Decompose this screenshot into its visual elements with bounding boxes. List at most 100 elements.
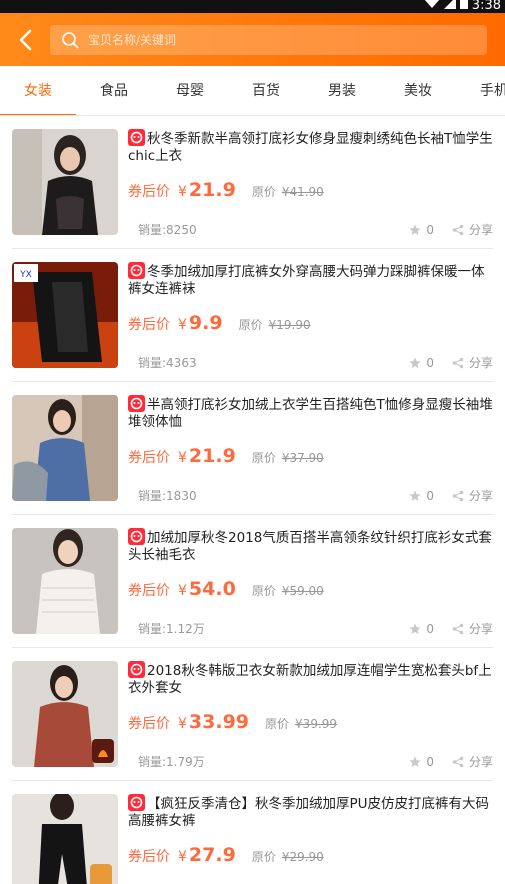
coupon-price: 21.9 xyxy=(188,445,236,467)
original-label: 原价 xyxy=(251,451,276,465)
battery-icon xyxy=(459,0,468,13)
share-label: 分享 xyxy=(468,755,493,769)
tab-food[interactable]: 食品 xyxy=(76,66,152,115)
like-button[interactable]: 0 xyxy=(409,489,434,503)
share-button[interactable]: 分享 xyxy=(452,221,493,238)
currency-symbol: ¥ xyxy=(178,450,187,466)
currency-symbol: ¥ xyxy=(178,317,187,333)
search-icon xyxy=(60,30,80,50)
wifi-icon xyxy=(424,0,440,13)
tmall-icon xyxy=(128,129,145,146)
share-icon xyxy=(452,490,464,501)
coupon-label: 券后价 xyxy=(128,184,170,200)
tmall-icon xyxy=(128,794,145,811)
star-icon xyxy=(409,756,421,767)
share-button[interactable]: 分享 xyxy=(452,753,493,770)
product-image[interactable]: YX xyxy=(12,262,118,368)
product-image[interactable] xyxy=(12,395,118,501)
star-icon xyxy=(409,357,421,368)
share-button[interactable]: 分享 xyxy=(452,487,493,504)
tmall-icon xyxy=(128,661,145,678)
original-label: 原价 xyxy=(251,584,276,598)
coupon-label: 券后价 xyxy=(128,583,170,599)
category-tabs: 女装 食品 母婴 百货 男装 美妆 手机 xyxy=(0,66,505,116)
share-label: 分享 xyxy=(468,489,493,503)
coupon-label: 券后价 xyxy=(128,317,170,333)
currency-symbol: ¥ xyxy=(178,184,187,200)
coupon-price: 54.0 xyxy=(188,578,236,600)
currency-symbol: ¥ xyxy=(178,849,187,865)
search-input[interactable]: 宝贝名称/关键词 xyxy=(50,24,487,55)
product-image[interactable] xyxy=(12,528,118,634)
coupon-price: 27.9 xyxy=(188,844,236,866)
list-item[interactable]: 秋冬季新款半高领打底衫女修身显瘦刺绣纯色长袖T恤学生chic上衣 券后价 ¥ 2… xyxy=(12,116,493,249)
chevron-left-icon xyxy=(19,29,32,50)
list-item[interactable]: YX 冬季加绒加厚打底裤女外穿高腰大码弹力踩脚裤保暖一体裤女连裤袜 券后价 ¥ … xyxy=(12,249,493,382)
share-icon xyxy=(452,623,464,634)
star-icon xyxy=(409,623,421,634)
original-label: 原价 xyxy=(265,717,290,731)
share-label: 分享 xyxy=(468,356,493,370)
product-title: 冬季加绒加厚打底裤女外穿高腰大码弹力踩脚裤保暖一体裤女连裤袜 xyxy=(128,264,485,297)
original-price: ¥39.99 xyxy=(295,717,338,731)
list-item[interactable]: 2018秋冬韩版卫衣女新款加绒加厚连帽学生宽松套头bf上衣外套女 券后价 ¥ 3… xyxy=(12,648,493,781)
product-title: 半高领打底衫女加绒上衣学生百搭纯色T恤修身显瘦长袖堆堆领体恤 xyxy=(128,397,493,430)
sales-count: 销量:8250 xyxy=(138,223,197,237)
like-count: 0 xyxy=(426,222,434,237)
like-count: 0 xyxy=(426,355,434,370)
tmall-icon xyxy=(128,262,145,279)
list-item[interactable]: 加绒加厚秋冬2018气质百搭半高领条纹针织打底衫女式套头长袖毛衣 券后价 ¥ 5… xyxy=(12,515,493,648)
tab-women[interactable]: 女装 xyxy=(0,66,76,115)
sales-count: 销量:1830 xyxy=(138,489,197,503)
tab-general[interactable]: 百货 xyxy=(228,66,304,115)
share-button[interactable]: 分享 xyxy=(452,354,493,371)
status-bar: 3:38 xyxy=(0,0,505,13)
svg-text:YX: YX xyxy=(19,270,32,280)
like-button[interactable]: 0 xyxy=(409,755,434,769)
tab-phone[interactable]: 手机 xyxy=(456,66,505,115)
product-title: 2018秋冬韩版卫衣女新款加绒加厚连帽学生宽松套头bf上衣外套女 xyxy=(128,663,492,696)
product-list: 秋冬季新款半高领打底衫女修身显瘦刺绣纯色长袖T恤学生chic上衣 券后价 ¥ 2… xyxy=(0,116,505,884)
coupon-price: 9.9 xyxy=(188,312,223,334)
header: 宝贝名称/关键词 xyxy=(0,13,505,66)
product-title: 加绒加厚秋冬2018气质百搭半高领条纹针织打底衫女式套头长袖毛衣 xyxy=(128,530,492,563)
original-label: 原价 xyxy=(238,318,263,332)
original-label: 原价 xyxy=(251,185,276,199)
coupon-price: 33.99 xyxy=(188,711,250,733)
like-button[interactable]: 0 xyxy=(409,223,434,237)
product-image[interactable] xyxy=(12,661,118,767)
sales-count: 销量:1.79万 xyxy=(138,755,205,769)
signal-icon xyxy=(443,0,456,13)
star-icon xyxy=(409,224,421,235)
back-button[interactable] xyxy=(10,22,40,58)
like-count: 0 xyxy=(426,754,434,769)
list-item[interactable]: 【疯狂反季清仓】秋冬季加绒加厚PU皮仿皮打底裤有大码高腰裤女裤 券后价 ¥ 27… xyxy=(12,781,493,884)
star-icon xyxy=(409,490,421,501)
original-price: ¥19.90 xyxy=(268,318,311,332)
status-time: 3:38 xyxy=(471,0,501,13)
like-button[interactable]: 0 xyxy=(409,356,434,370)
original-price: ¥41.90 xyxy=(281,185,324,199)
share-label: 分享 xyxy=(468,622,493,636)
like-button[interactable]: 0 xyxy=(409,622,434,636)
coupon-price: 21.9 xyxy=(188,179,236,201)
like-count: 0 xyxy=(426,621,434,636)
tab-beauty[interactable]: 美妆 xyxy=(380,66,456,115)
product-title: 秋冬季新款半高领打底衫女修身显瘦刺绣纯色长袖T恤学生chic上衣 xyxy=(128,131,493,164)
original-price: ¥59.00 xyxy=(281,584,324,598)
sales-count: 销量:4363 xyxy=(138,356,197,370)
product-image[interactable] xyxy=(12,794,118,884)
coupon-label: 券后价 xyxy=(128,849,170,865)
product-title: 【疯狂反季清仓】秋冬季加绒加厚PU皮仿皮打底裤有大码高腰裤女裤 xyxy=(128,796,490,829)
share-icon xyxy=(452,357,464,368)
share-button[interactable]: 分享 xyxy=(452,620,493,637)
list-item[interactable]: 半高领打底衫女加绒上衣学生百搭纯色T恤修身显瘦长袖堆堆领体恤 券后价 ¥ 21.… xyxy=(12,382,493,515)
share-icon xyxy=(452,756,464,767)
tab-men[interactable]: 男装 xyxy=(304,66,380,115)
like-count: 0 xyxy=(426,488,434,503)
share-label: 分享 xyxy=(468,223,493,237)
currency-symbol: ¥ xyxy=(178,583,187,599)
product-image[interactable] xyxy=(12,129,118,235)
original-price: ¥29.90 xyxy=(281,850,324,864)
tab-baby[interactable]: 母婴 xyxy=(152,66,228,115)
